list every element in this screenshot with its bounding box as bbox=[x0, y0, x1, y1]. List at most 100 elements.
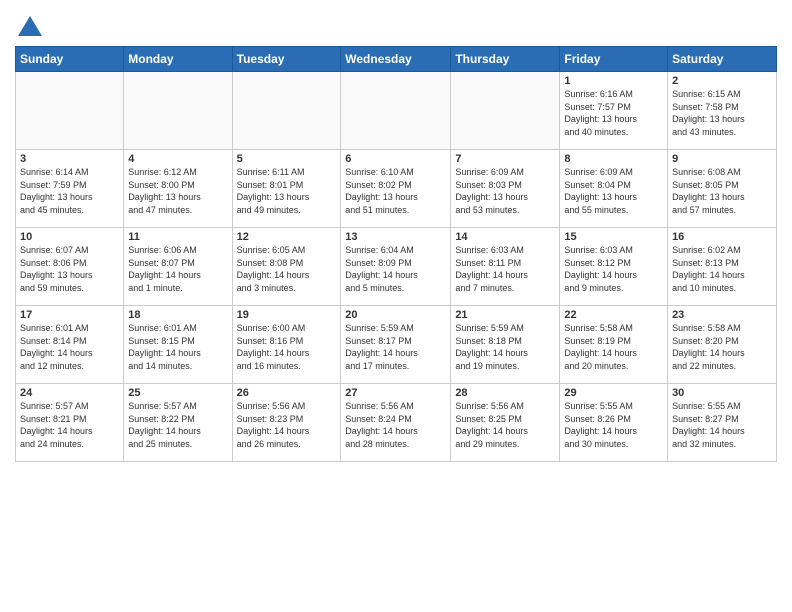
day-info: Sunrise: 5:55 AM Sunset: 8:26 PM Dayligh… bbox=[564, 400, 663, 450]
day-info: Sunrise: 6:01 AM Sunset: 8:15 PM Dayligh… bbox=[128, 322, 227, 372]
day-number: 24 bbox=[20, 387, 119, 399]
day-number: 19 bbox=[237, 309, 337, 321]
header-row: SundayMondayTuesdayWednesdayThursdayFrid… bbox=[16, 47, 777, 72]
day-number: 26 bbox=[237, 387, 337, 399]
day-cell: 17Sunrise: 6:01 AM Sunset: 8:14 PM Dayli… bbox=[16, 306, 124, 384]
day-info: Sunrise: 6:07 AM Sunset: 8:06 PM Dayligh… bbox=[20, 244, 119, 294]
day-number: 6 bbox=[345, 153, 446, 165]
day-cell: 6Sunrise: 6:10 AM Sunset: 8:02 PM Daylig… bbox=[341, 150, 451, 228]
day-info: Sunrise: 6:10 AM Sunset: 8:02 PM Dayligh… bbox=[345, 166, 446, 216]
day-cell: 2Sunrise: 6:15 AM Sunset: 7:58 PM Daylig… bbox=[668, 72, 777, 150]
day-number: 5 bbox=[237, 153, 337, 165]
day-number: 20 bbox=[345, 309, 446, 321]
week-row-0: 1Sunrise: 6:16 AM Sunset: 7:57 PM Daylig… bbox=[16, 72, 777, 150]
day-cell: 8Sunrise: 6:09 AM Sunset: 8:04 PM Daylig… bbox=[560, 150, 668, 228]
day-cell: 18Sunrise: 6:01 AM Sunset: 8:15 PM Dayli… bbox=[124, 306, 232, 384]
day-cell: 23Sunrise: 5:58 AM Sunset: 8:20 PM Dayli… bbox=[668, 306, 777, 384]
day-number: 25 bbox=[128, 387, 227, 399]
day-cell: 26Sunrise: 5:56 AM Sunset: 8:23 PM Dayli… bbox=[232, 384, 341, 462]
day-info: Sunrise: 6:04 AM Sunset: 8:09 PM Dayligh… bbox=[345, 244, 446, 294]
day-cell: 19Sunrise: 6:00 AM Sunset: 8:16 PM Dayli… bbox=[232, 306, 341, 384]
day-cell: 7Sunrise: 6:09 AM Sunset: 8:03 PM Daylig… bbox=[451, 150, 560, 228]
day-number: 11 bbox=[128, 231, 227, 243]
header-sunday: Sunday bbox=[16, 47, 124, 72]
day-number: 9 bbox=[672, 153, 772, 165]
day-info: Sunrise: 6:05 AM Sunset: 8:08 PM Dayligh… bbox=[237, 244, 337, 294]
day-info: Sunrise: 5:56 AM Sunset: 8:24 PM Dayligh… bbox=[345, 400, 446, 450]
day-info: Sunrise: 6:09 AM Sunset: 8:03 PM Dayligh… bbox=[455, 166, 555, 216]
header-tuesday: Tuesday bbox=[232, 47, 341, 72]
day-number: 13 bbox=[345, 231, 446, 243]
day-cell bbox=[16, 72, 124, 150]
day-cell: 15Sunrise: 6:03 AM Sunset: 8:12 PM Dayli… bbox=[560, 228, 668, 306]
day-cell: 30Sunrise: 5:55 AM Sunset: 8:27 PM Dayli… bbox=[668, 384, 777, 462]
day-info: Sunrise: 6:08 AM Sunset: 8:05 PM Dayligh… bbox=[672, 166, 772, 216]
day-number: 10 bbox=[20, 231, 119, 243]
day-cell: 29Sunrise: 5:55 AM Sunset: 8:26 PM Dayli… bbox=[560, 384, 668, 462]
day-info: Sunrise: 6:15 AM Sunset: 7:58 PM Dayligh… bbox=[672, 88, 772, 138]
day-number: 17 bbox=[20, 309, 119, 321]
day-number: 14 bbox=[455, 231, 555, 243]
day-cell: 25Sunrise: 5:57 AM Sunset: 8:22 PM Dayli… bbox=[124, 384, 232, 462]
day-info: Sunrise: 5:56 AM Sunset: 8:23 PM Dayligh… bbox=[237, 400, 337, 450]
day-cell: 4Sunrise: 6:12 AM Sunset: 8:00 PM Daylig… bbox=[124, 150, 232, 228]
day-cell bbox=[124, 72, 232, 150]
day-number: 1 bbox=[564, 75, 663, 87]
day-cell: 20Sunrise: 5:59 AM Sunset: 8:17 PM Dayli… bbox=[341, 306, 451, 384]
week-row-4: 24Sunrise: 5:57 AM Sunset: 8:21 PM Dayli… bbox=[16, 384, 777, 462]
day-info: Sunrise: 6:06 AM Sunset: 8:07 PM Dayligh… bbox=[128, 244, 227, 294]
day-info: Sunrise: 5:57 AM Sunset: 8:22 PM Dayligh… bbox=[128, 400, 227, 450]
day-info: Sunrise: 6:12 AM Sunset: 8:00 PM Dayligh… bbox=[128, 166, 227, 216]
day-number: 2 bbox=[672, 75, 772, 87]
week-row-3: 17Sunrise: 6:01 AM Sunset: 8:14 PM Dayli… bbox=[16, 306, 777, 384]
logo-icon bbox=[16, 14, 44, 42]
week-row-2: 10Sunrise: 6:07 AM Sunset: 8:06 PM Dayli… bbox=[16, 228, 777, 306]
day-info: Sunrise: 6:09 AM Sunset: 8:04 PM Dayligh… bbox=[564, 166, 663, 216]
day-info: Sunrise: 6:03 AM Sunset: 8:11 PM Dayligh… bbox=[455, 244, 555, 294]
day-info: Sunrise: 5:56 AM Sunset: 8:25 PM Dayligh… bbox=[455, 400, 555, 450]
day-info: Sunrise: 5:58 AM Sunset: 8:19 PM Dayligh… bbox=[564, 322, 663, 372]
day-cell: 24Sunrise: 5:57 AM Sunset: 8:21 PM Dayli… bbox=[16, 384, 124, 462]
day-info: Sunrise: 6:01 AM Sunset: 8:14 PM Dayligh… bbox=[20, 322, 119, 372]
day-cell: 22Sunrise: 5:58 AM Sunset: 8:19 PM Dayli… bbox=[560, 306, 668, 384]
day-number: 4 bbox=[128, 153, 227, 165]
day-cell: 21Sunrise: 5:59 AM Sunset: 8:18 PM Dayli… bbox=[451, 306, 560, 384]
day-number: 18 bbox=[128, 309, 227, 321]
day-number: 28 bbox=[455, 387, 555, 399]
day-cell bbox=[451, 72, 560, 150]
day-cell: 27Sunrise: 5:56 AM Sunset: 8:24 PM Dayli… bbox=[341, 384, 451, 462]
day-number: 23 bbox=[672, 309, 772, 321]
day-cell: 14Sunrise: 6:03 AM Sunset: 8:11 PM Dayli… bbox=[451, 228, 560, 306]
day-info: Sunrise: 6:14 AM Sunset: 7:59 PM Dayligh… bbox=[20, 166, 119, 216]
day-number: 7 bbox=[455, 153, 555, 165]
page-container: SundayMondayTuesdayWednesdayThursdayFrid… bbox=[0, 0, 792, 472]
header bbox=[15, 10, 777, 38]
day-cell: 10Sunrise: 6:07 AM Sunset: 8:06 PM Dayli… bbox=[16, 228, 124, 306]
day-cell: 16Sunrise: 6:02 AM Sunset: 8:13 PM Dayli… bbox=[668, 228, 777, 306]
day-cell: 11Sunrise: 6:06 AM Sunset: 8:07 PM Dayli… bbox=[124, 228, 232, 306]
day-cell: 12Sunrise: 6:05 AM Sunset: 8:08 PM Dayli… bbox=[232, 228, 341, 306]
day-info: Sunrise: 6:16 AM Sunset: 7:57 PM Dayligh… bbox=[564, 88, 663, 138]
day-info: Sunrise: 6:03 AM Sunset: 8:12 PM Dayligh… bbox=[564, 244, 663, 294]
logo bbox=[15, 14, 44, 38]
header-saturday: Saturday bbox=[668, 47, 777, 72]
header-thursday: Thursday bbox=[451, 47, 560, 72]
day-info: Sunrise: 6:02 AM Sunset: 8:13 PM Dayligh… bbox=[672, 244, 772, 294]
header-wednesday: Wednesday bbox=[341, 47, 451, 72]
day-cell: 9Sunrise: 6:08 AM Sunset: 8:05 PM Daylig… bbox=[668, 150, 777, 228]
day-cell: 13Sunrise: 6:04 AM Sunset: 8:09 PM Dayli… bbox=[341, 228, 451, 306]
day-info: Sunrise: 5:59 AM Sunset: 8:18 PM Dayligh… bbox=[455, 322, 555, 372]
day-info: Sunrise: 5:57 AM Sunset: 8:21 PM Dayligh… bbox=[20, 400, 119, 450]
day-cell bbox=[232, 72, 341, 150]
day-info: Sunrise: 5:58 AM Sunset: 8:20 PM Dayligh… bbox=[672, 322, 772, 372]
day-number: 27 bbox=[345, 387, 446, 399]
day-number: 22 bbox=[564, 309, 663, 321]
day-number: 15 bbox=[564, 231, 663, 243]
header-monday: Monday bbox=[124, 47, 232, 72]
day-cell bbox=[341, 72, 451, 150]
day-number: 21 bbox=[455, 309, 555, 321]
day-info: Sunrise: 5:55 AM Sunset: 8:27 PM Dayligh… bbox=[672, 400, 772, 450]
day-number: 8 bbox=[564, 153, 663, 165]
day-info: Sunrise: 5:59 AM Sunset: 8:17 PM Dayligh… bbox=[345, 322, 446, 372]
day-number: 12 bbox=[237, 231, 337, 243]
